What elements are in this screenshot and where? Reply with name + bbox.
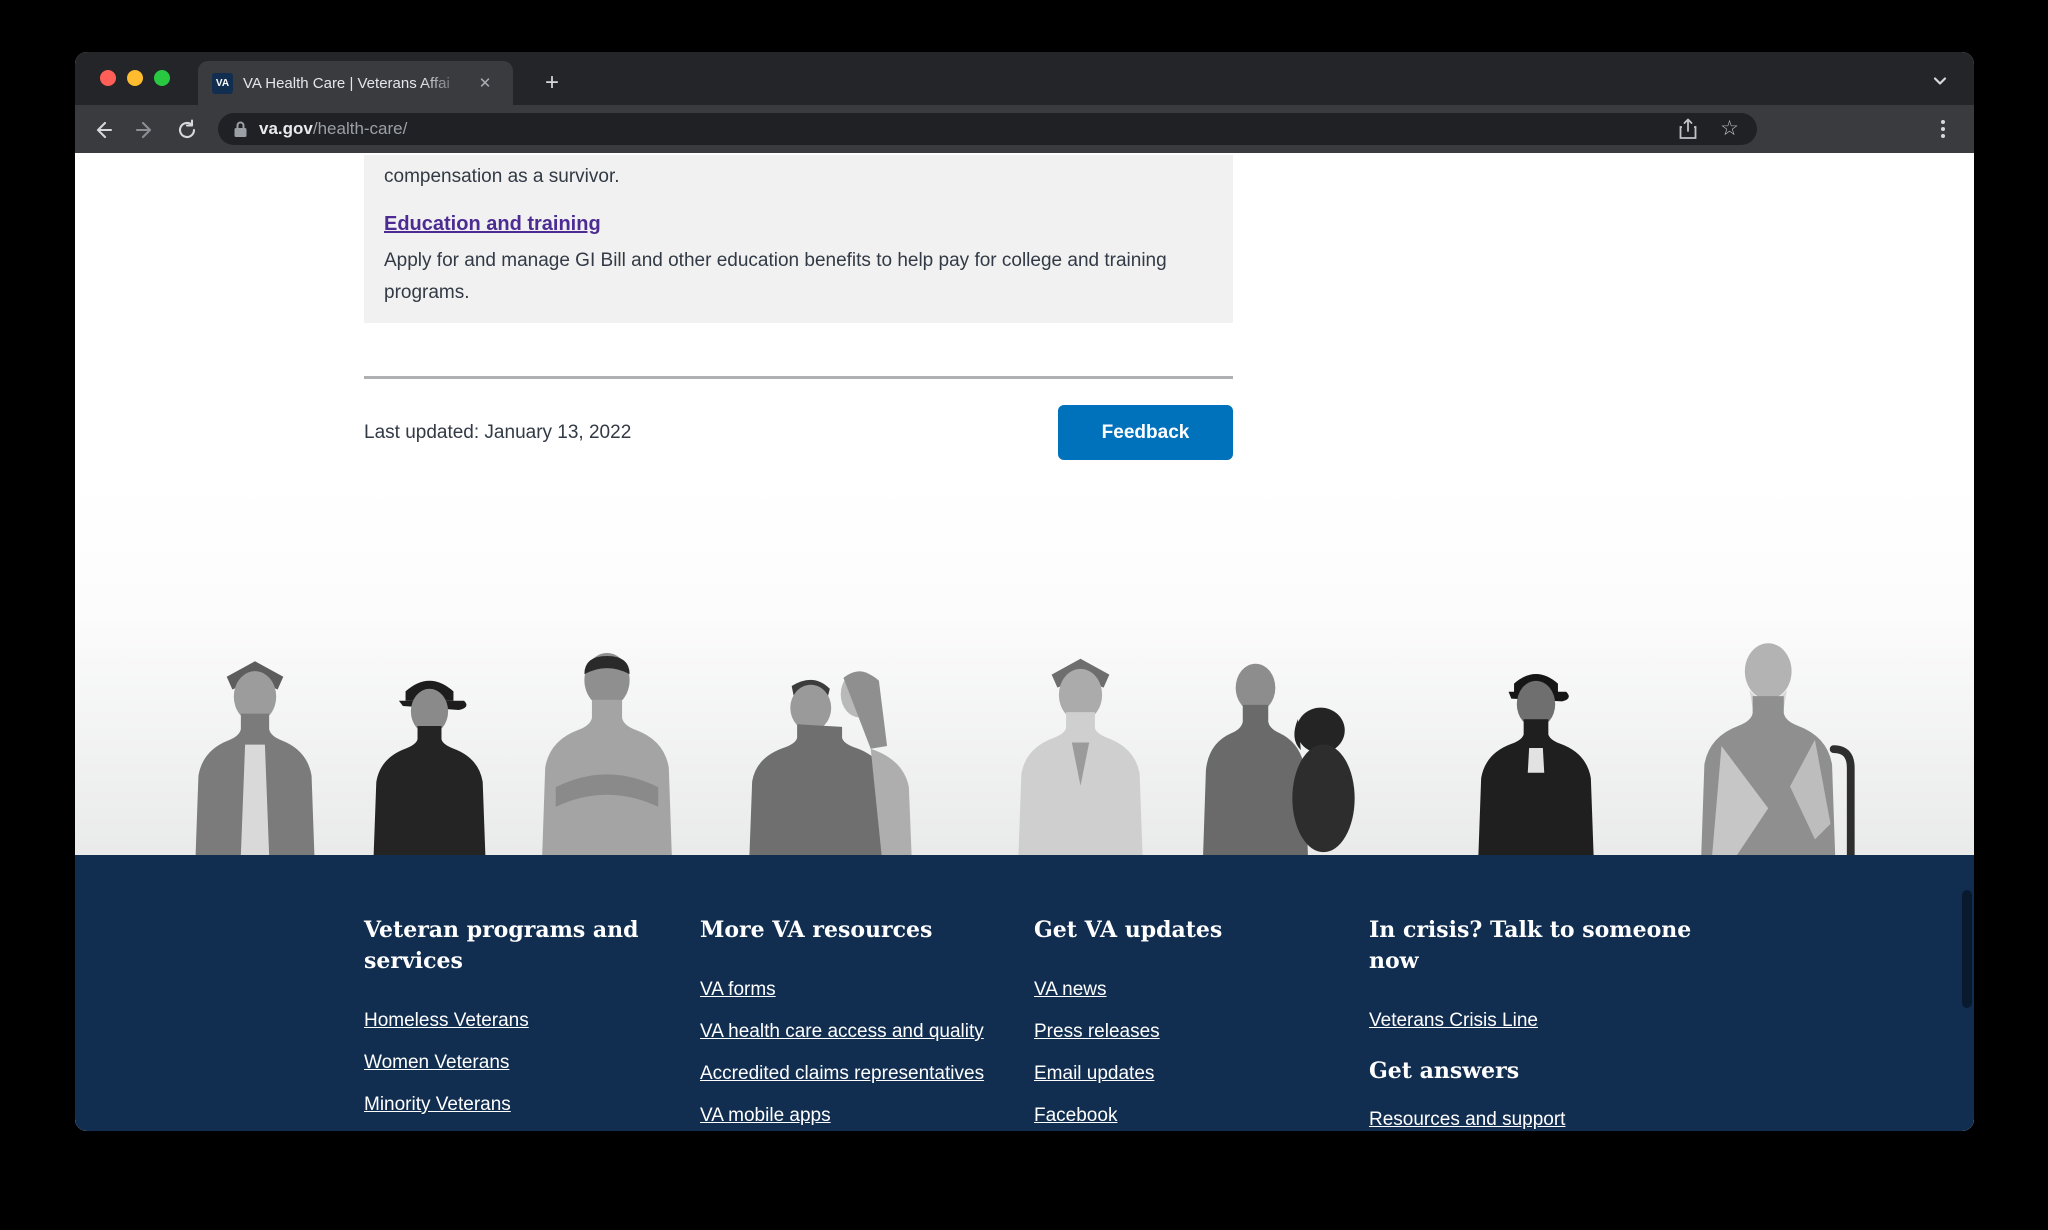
site-footer: Veteran programs and services Homeless V… [75, 855, 1974, 1131]
page-scrollbar-thumb[interactable] [1962, 890, 1972, 1008]
section-divider [364, 376, 1233, 379]
veterans-photo-strip [75, 482, 1974, 855]
tab-close-icon[interactable]: ✕ [473, 71, 497, 95]
footer-heading-crisis: In crisis? Talk to someone now [1369, 917, 1692, 974]
footer-link-minority-veterans[interactable]: Minority Veterans [364, 1094, 700, 1116]
veteran-photo-couple [729, 663, 947, 855]
browser-menu-icon[interactable] [1934, 116, 1952, 147]
education-and-training-link[interactable]: Education and training [384, 213, 601, 236]
close-window-button[interactable] [100, 70, 116, 86]
last-updated-text: Last updated: January 13, 2022 [364, 421, 632, 443]
footer-heading-get-answers: Get answers [1369, 1058, 1520, 1084]
footer-link-press-releases[interactable]: Press releases [1034, 1021, 1354, 1043]
footer-link-email-updates[interactable]: Email updates [1034, 1063, 1354, 1085]
tab-title: VA Health Care | Veterans Affai [243, 74, 450, 92]
benefit-card-clipped-text: compensation as a survivor. [384, 166, 620, 187]
va-favicon-icon: VA [212, 72, 233, 94]
footer-heading-updates: Get VA updates [1034, 917, 1223, 943]
footer-link-women-veterans[interactable]: Women Veterans [364, 1052, 700, 1074]
footer-link-accredited-claims[interactable]: Accredited claims representatives [700, 1063, 1020, 1085]
maximize-window-button[interactable] [154, 70, 170, 86]
active-tab[interactable]: VA VA Health Care | Veterans Affai ✕ [198, 61, 513, 105]
benefit-card: compensation as a survivor. Education an… [364, 155, 1233, 323]
footer-column-crisis: In crisis? Talk to someone now Veterans … [1369, 915, 1729, 1131]
url-text: va.gov/health-care/ [259, 119, 407, 139]
footer-heading-resources: More VA resources [700, 917, 933, 943]
footer-heading-programs: Veteran programs and services [364, 917, 639, 974]
new-tab-button[interactable]: + [537, 68, 567, 98]
share-icon[interactable] [1677, 117, 1699, 146]
back-icon[interactable] [90, 117, 116, 143]
reload-icon[interactable] [174, 117, 200, 143]
footer-link-homeless-veterans[interactable]: Homeless Veterans [364, 1010, 700, 1032]
page-meta-row: Last updated: January 13, 2022 Feedback [364, 405, 1233, 460]
footer-link-veterans-crisis-line[interactable]: Veterans Crisis Line [1369, 1010, 1729, 1032]
browser-window: VA VA Health Care | Veterans Affai ✕ + v… [75, 52, 1974, 1131]
lock-icon[interactable] [232, 120, 249, 139]
veteran-photo-flag-shirt-cane [1682, 637, 1870, 855]
feedback-button[interactable]: Feedback [1058, 405, 1233, 460]
veteran-photo-marine-cap [1437, 663, 1635, 855]
veteran-photo-garrison-cap [183, 657, 327, 855]
footer-link-va-mobile-apps[interactable]: VA mobile apps [700, 1105, 1020, 1127]
minimize-window-button[interactable] [127, 70, 143, 86]
url-path: /health-care/ [312, 119, 408, 138]
forward-icon[interactable] [132, 117, 158, 143]
veteran-photo-officer [363, 653, 496, 855]
tab-strip: VA VA Health Care | Veterans Affai ✕ + [75, 52, 1974, 105]
footer-link-va-news[interactable]: VA news [1034, 979, 1354, 1001]
veteran-photo-woman-garrison-cap [999, 653, 1162, 855]
webpage-viewport: compensation as a survivor. Education an… [75, 153, 1974, 1131]
bookmark-star-icon[interactable]: ☆ [1720, 116, 1739, 141]
footer-link-health-care-access[interactable]: VA health care access and quality [700, 1021, 1020, 1043]
footer-link-va-forms[interactable]: VA forms [700, 979, 1020, 1001]
footer-column-programs: Veteran programs and services Homeless V… [364, 915, 700, 1131]
browser-toolbar: va.gov/health-care/ ☆ [75, 105, 1974, 153]
footer-link-resources-and-support[interactable]: Resources and support [1369, 1109, 1729, 1131]
veteran-photo-flight-suit [522, 644, 692, 855]
tab-search-chevron-icon[interactable] [1931, 72, 1949, 95]
benefit-card-description: Apply for and manage GI Bill and other e… [384, 250, 1167, 303]
url-domain: va.gov [259, 119, 313, 138]
address-bar[interactable]: va.gov/health-care/ ☆ [218, 113, 1757, 145]
footer-link-facebook[interactable]: Facebook [1034, 1105, 1354, 1127]
window-controls [100, 70, 170, 86]
veteran-photo-man-with-dog [1196, 646, 1366, 855]
main-content: compensation as a survivor. Education an… [364, 153, 1233, 460]
footer-column-resources: More VA resources VA forms VA health car… [700, 915, 1020, 1131]
footer-column-updates: Get VA updates VA news Press releases Em… [1034, 915, 1354, 1131]
